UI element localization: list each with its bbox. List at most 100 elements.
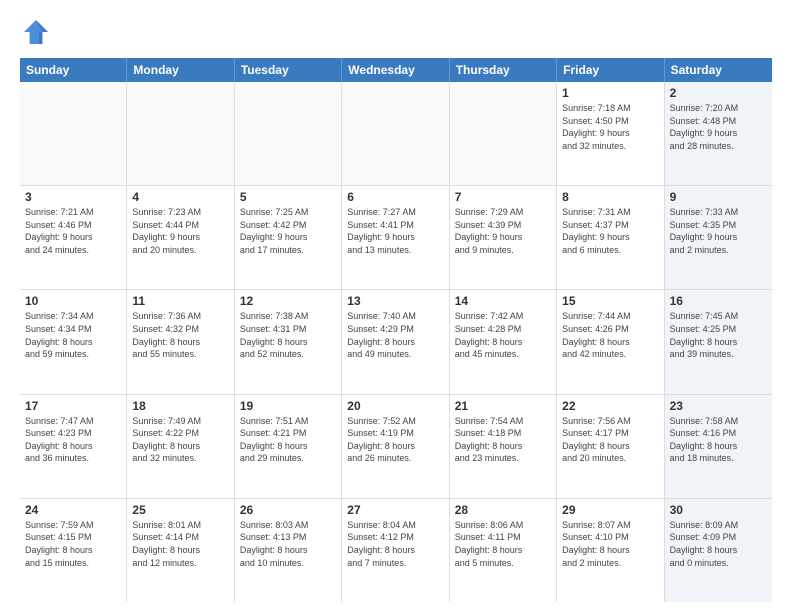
day-info: Sunrise: 7:47 AM Sunset: 4:23 PM Dayligh… [25,415,121,465]
day-number: 1 [562,86,658,100]
day-cell-14: 14 Sunrise: 7:42 AM Sunset: 4:28 PM Dayli… [450,290,557,393]
day-number: 30 [670,503,767,517]
logo [20,16,56,48]
header-day-friday: Friday [557,58,664,82]
calendar-header: SundayMondayTuesdayWednesdayThursdayFrid… [20,58,772,82]
day-info: Sunrise: 7:29 AM Sunset: 4:39 PM Dayligh… [455,206,551,256]
day-cell-27: 27 Sunrise: 8:04 AM Sunset: 4:12 PM Dayli… [342,499,449,602]
day-number: 26 [240,503,336,517]
day-cell-26: 26 Sunrise: 8:03 AM Sunset: 4:13 PM Dayli… [235,499,342,602]
day-info: Sunrise: 7:59 AM Sunset: 4:15 PM Dayligh… [25,519,121,569]
day-number: 19 [240,399,336,413]
day-cell-4: 4 Sunrise: 7:23 AM Sunset: 4:44 PM Daylig… [127,186,234,289]
header [20,16,772,48]
day-cell-9: 9 Sunrise: 7:33 AM Sunset: 4:35 PM Daylig… [665,186,772,289]
day-number: 24 [25,503,121,517]
day-number: 14 [455,294,551,308]
day-number: 23 [670,399,767,413]
day-cell-24: 24 Sunrise: 7:59 AM Sunset: 4:15 PM Dayli… [20,499,127,602]
day-cell-1: 1Sunrise: 7:18 AM Sunset: 4:50 PM Daylig… [557,82,664,185]
day-cell-18: 18 Sunrise: 7:49 AM Sunset: 4:22 PM Dayli… [127,395,234,498]
logo-icon [20,16,52,48]
day-info: Sunrise: 7:42 AM Sunset: 4:28 PM Dayligh… [455,310,551,360]
day-number: 16 [670,294,767,308]
day-cell-7: 7 Sunrise: 7:29 AM Sunset: 4:39 PM Daylig… [450,186,557,289]
day-info: Sunrise: 7:34 AM Sunset: 4:34 PM Dayligh… [25,310,121,360]
day-number: 27 [347,503,443,517]
header-day-thursday: Thursday [450,58,557,82]
day-info: Sunrise: 7:54 AM Sunset: 4:18 PM Dayligh… [455,415,551,465]
day-cell-8: 8 Sunrise: 7:31 AM Sunset: 4:37 PM Daylig… [557,186,664,289]
day-cell-13: 13 Sunrise: 7:40 AM Sunset: 4:29 PM Dayli… [342,290,449,393]
day-info: Sunrise: 8:04 AM Sunset: 4:12 PM Dayligh… [347,519,443,569]
day-info: Sunrise: 8:07 AM Sunset: 4:10 PM Dayligh… [562,519,658,569]
day-number: 25 [132,503,228,517]
day-cell-5: 5Sunrise: 7:25 AM Sunset: 4:42 PM Daylig… [235,186,342,289]
day-number: 28 [455,503,551,517]
day-info: Sunrise: 7:38 AM Sunset: 4:31 PM Dayligh… [240,310,336,360]
day-number: 21 [455,399,551,413]
day-number: 22 [562,399,658,413]
day-cell-29: 29 Sunrise: 8:07 AM Sunset: 4:10 PM Dayli… [557,499,664,602]
week-row-3: 17Sunrise: 7:47 AM Sunset: 4:23 PM Dayli… [20,395,772,499]
day-cell-21: 21 Sunrise: 7:54 AM Sunset: 4:18 PM Dayli… [450,395,557,498]
day-info: Sunrise: 7:45 AM Sunset: 4:25 PM Dayligh… [670,310,767,360]
day-number: 12 [240,294,336,308]
day-number: 18 [132,399,228,413]
day-cell-22: 22 Sunrise: 7:56 AM Sunset: 4:17 PM Dayli… [557,395,664,498]
day-info: Sunrise: 7:52 AM Sunset: 4:19 PM Dayligh… [347,415,443,465]
week-row-2: 10 Sunrise: 7:34 AM Sunset: 4:34 PM Dayli… [20,290,772,394]
week-row-1: 3Sunrise: 7:21 AM Sunset: 4:46 PM Daylig… [20,186,772,290]
day-cell-30: 30 Sunrise: 8:09 AM Sunset: 4:09 PM Dayli… [665,499,772,602]
day-info: Sunrise: 7:20 AM Sunset: 4:48 PM Dayligh… [670,102,767,152]
header-day-monday: Monday [127,58,234,82]
day-cell-19: 19 Sunrise: 7:51 AM Sunset: 4:21 PM Dayli… [235,395,342,498]
day-info: Sunrise: 8:03 AM Sunset: 4:13 PM Dayligh… [240,519,336,569]
week-row-4: 24 Sunrise: 7:59 AM Sunset: 4:15 PM Dayli… [20,499,772,602]
day-number: 8 [562,190,658,204]
day-number: 15 [562,294,658,308]
page: SundayMondayTuesdayWednesdayThursdayFrid… [0,0,792,612]
day-number: 11 [132,294,228,308]
day-cell-16: 16 Sunrise: 7:45 AM Sunset: 4:25 PM Dayli… [665,290,772,393]
day-number: 10 [25,294,121,308]
day-number: 2 [670,86,767,100]
day-info: Sunrise: 7:56 AM Sunset: 4:17 PM Dayligh… [562,415,658,465]
day-info: Sunrise: 7:33 AM Sunset: 4:35 PM Dayligh… [670,206,767,256]
day-info: Sunrise: 7:36 AM Sunset: 4:32 PM Dayligh… [132,310,228,360]
day-cell-28: 28 Sunrise: 8:06 AM Sunset: 4:11 PM Dayli… [450,499,557,602]
header-day-sunday: Sunday [20,58,127,82]
empty-cell [342,82,449,185]
day-cell-17: 17Sunrise: 7:47 AM Sunset: 4:23 PM Dayli… [20,395,127,498]
day-cell-6: 6Sunrise: 7:27 AM Sunset: 4:41 PM Daylig… [342,186,449,289]
day-info: Sunrise: 8:09 AM Sunset: 4:09 PM Dayligh… [670,519,767,569]
day-info: Sunrise: 7:51 AM Sunset: 4:21 PM Dayligh… [240,415,336,465]
day-number: 7 [455,190,551,204]
header-day-saturday: Saturday [665,58,772,82]
day-cell-10: 10 Sunrise: 7:34 AM Sunset: 4:34 PM Dayli… [20,290,127,393]
day-info: Sunrise: 7:49 AM Sunset: 4:22 PM Dayligh… [132,415,228,465]
day-cell-11: 11 Sunrise: 7:36 AM Sunset: 4:32 PM Dayli… [127,290,234,393]
day-info: Sunrise: 8:01 AM Sunset: 4:14 PM Dayligh… [132,519,228,569]
day-cell-3: 3Sunrise: 7:21 AM Sunset: 4:46 PM Daylig… [20,186,127,289]
calendar-body: 1Sunrise: 7:18 AM Sunset: 4:50 PM Daylig… [20,82,772,602]
day-info: Sunrise: 7:31 AM Sunset: 4:37 PM Dayligh… [562,206,658,256]
day-info: Sunrise: 8:06 AM Sunset: 4:11 PM Dayligh… [455,519,551,569]
day-cell-2: 2 Sunrise: 7:20 AM Sunset: 4:48 PM Daylig… [665,82,772,185]
day-cell-20: 20 Sunrise: 7:52 AM Sunset: 4:19 PM Dayli… [342,395,449,498]
day-info: Sunrise: 7:27 AM Sunset: 4:41 PM Dayligh… [347,206,443,256]
day-number: 4 [132,190,228,204]
empty-cell [235,82,342,185]
empty-cell [127,82,234,185]
day-number: 9 [670,190,767,204]
day-number: 29 [562,503,658,517]
day-cell-12: 12 Sunrise: 7:38 AM Sunset: 4:31 PM Dayli… [235,290,342,393]
day-number: 20 [347,399,443,413]
day-info: Sunrise: 7:44 AM Sunset: 4:26 PM Dayligh… [562,310,658,360]
header-day-tuesday: Tuesday [235,58,342,82]
header-day-wednesday: Wednesday [342,58,449,82]
day-number: 13 [347,294,443,308]
day-info: Sunrise: 7:21 AM Sunset: 4:46 PM Dayligh… [25,206,121,256]
day-info: Sunrise: 7:23 AM Sunset: 4:44 PM Dayligh… [132,206,228,256]
day-info: Sunrise: 7:40 AM Sunset: 4:29 PM Dayligh… [347,310,443,360]
